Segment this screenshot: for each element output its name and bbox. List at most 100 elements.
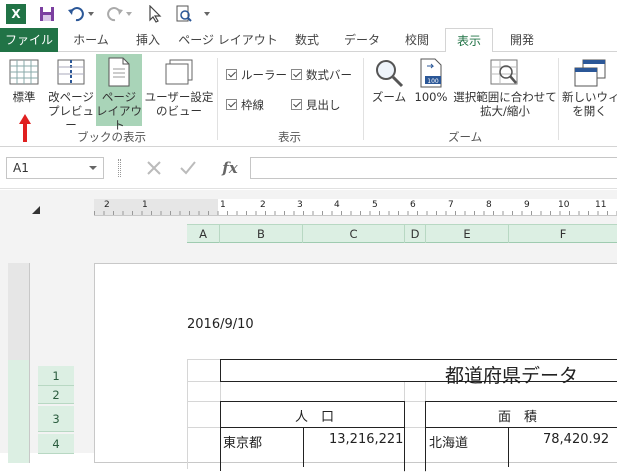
gridlines-checkbox[interactable]: 枠線 [226,98,264,112]
column-header-e[interactable]: E [426,225,509,243]
page-break-preview-label-2: プレビュー [48,104,94,132]
select-all-corner[interactable] [32,206,40,214]
area-value-cell[interactable]: 78,420.92 [543,432,609,447]
checkbox-checked-icon [226,99,237,110]
page-layout-view-label-2: レイアウト [96,104,142,132]
normal-view-icon [9,59,39,85]
ruler-number: 1 [142,200,148,210]
chevron-down-icon[interactable] [126,12,132,16]
insert-function-button[interactable]: fx [216,157,244,179]
area-header[interactable]: 面 積 [498,406,537,425]
new-window-button[interactable]: 新しいウィン を開く [562,56,617,128]
customize-qat-icon[interactable] [204,12,210,16]
formula-bar-label: 数式バー [306,68,352,82]
row-header-2[interactable]: 2 [38,386,74,404]
zoom-to-selection-button[interactable]: 選択範囲に合わせて 拡大/縮小 [452,56,558,128]
column-header-c[interactable]: C [303,225,405,243]
page-layout-view-label-1: ページ [101,90,137,104]
population-value-cell[interactable]: 13,216,221 [329,432,403,447]
custom-views-icon [165,59,193,85]
row-header-3[interactable]: 3 [38,406,74,432]
new-window-label-1: 新しいウィン [562,90,617,104]
ruler-checkbox[interactable]: ルーラー [226,68,287,82]
custom-views-button[interactable]: ユーザー設定 のビュー [144,56,214,126]
checkbox-checked-icon [226,69,237,80]
print-preview-icon[interactable] [175,5,193,23]
population-header[interactable]: 人 口 [295,406,334,425]
column-header-b[interactable]: B [220,225,303,243]
prefecture-cell[interactable]: 東京都 [223,432,262,451]
worksheet-area: 2 1 1 2 3 4 5 6 7 8 9 10 11 A B C D E F … [0,190,617,472]
red-arrow-annotation [18,112,32,144]
group-separator [558,58,559,140]
tab-review[interactable]: 校閲 [396,28,438,52]
group-separator [363,58,364,140]
ruler-number: 4 [334,200,340,210]
ruler-ticks [94,211,617,215]
zoom-100-icon: 100 [420,58,442,88]
undo-icon[interactable] [67,5,85,23]
column-header-d[interactable]: D [405,225,426,243]
page-break-preview-icon [57,59,85,85]
border [404,401,405,471]
column-header-f[interactable]: F [509,225,617,243]
cancel-x-icon[interactable] [144,159,164,177]
page-break-preview-label-1: 改ページ [48,90,94,104]
tab-developer[interactable]: 開発 [500,28,544,52]
ribbon-view: 標準 改ページ プレビュー ページ レイアウト ユーザー設定 のビュー ブックの… [0,52,617,147]
formula-input[interactable] [250,157,617,179]
quick-access-toolbar: X [0,0,617,28]
border [508,427,509,467]
new-window-label-2: を開く [572,104,607,118]
tab-page-layout[interactable]: ページ レイアウト [178,28,278,52]
redo-icon[interactable] [106,5,124,23]
title-cell[interactable]: 都道府県データ [445,361,578,388]
column-headers: A B C D E F [187,224,617,243]
zoom-100-label: 100% [414,90,448,104]
zoom-button[interactable]: ズーム [368,56,410,112]
show-group-label: 表示 [278,130,301,144]
tab-file[interactable]: ファイル [0,28,58,52]
custom-views-label-2: のビュー [156,104,202,118]
page-layout-view-button[interactable]: ページ レイアウト [96,54,142,132]
zoom-group-label: ズーム [448,130,483,144]
ruler-label: ルーラー [241,68,287,82]
page-break-preview-button[interactable]: 改ページ プレビュー [48,56,94,132]
vertical-ruler [8,263,30,463]
column-header-a[interactable]: A [187,225,220,243]
zoom-to-selection-label-2: 拡大/縮小 [480,104,530,118]
tab-insert[interactable]: 挿入 [126,28,170,52]
page-layout-view-icon [108,57,130,87]
formula-bar-grip[interactable] [118,159,121,177]
tab-formulas[interactable]: 数式 [286,28,328,52]
normal-view-label: 標準 [12,90,36,104]
save-icon[interactable] [39,6,55,22]
headings-checkbox[interactable]: 見出し [291,98,341,112]
border [303,427,304,467]
zoom-100-button[interactable]: 100 100% [412,56,450,112]
border [220,359,221,382]
ruler-number: 2 [104,200,110,210]
enter-check-icon[interactable] [178,159,198,177]
tab-data[interactable]: データ [336,28,388,52]
border [220,401,221,471]
tab-view[interactable]: 表示 [445,28,493,53]
formula-bar-checkbox[interactable]: 数式バー [291,68,352,82]
row-header-4[interactable]: 4 [38,434,74,454]
printed-page: 2016/9/10 都道府県データ 人 口 東京都 13,216,221 面 積… [94,263,617,472]
select-cursor-icon[interactable] [148,4,162,23]
border [425,427,617,428]
ruler-content-shade [8,360,29,463]
chevron-down-icon[interactable] [88,12,94,16]
tab-home[interactable]: ホーム [66,28,116,52]
date-cell[interactable]: 2016/9/10 [187,317,254,332]
prefecture-cell[interactable]: 北海道 [429,432,468,451]
border [220,401,405,402]
border [220,427,405,428]
normal-view-button[interactable]: 標準 [2,56,46,112]
headings-label: 見出し [306,98,341,112]
row-header-1[interactable]: 1 [38,366,74,386]
zoom-to-selection-icon [490,59,518,85]
custom-views-label-1: ユーザー設定 [144,90,214,104]
name-box[interactable]: A1 [6,157,104,179]
